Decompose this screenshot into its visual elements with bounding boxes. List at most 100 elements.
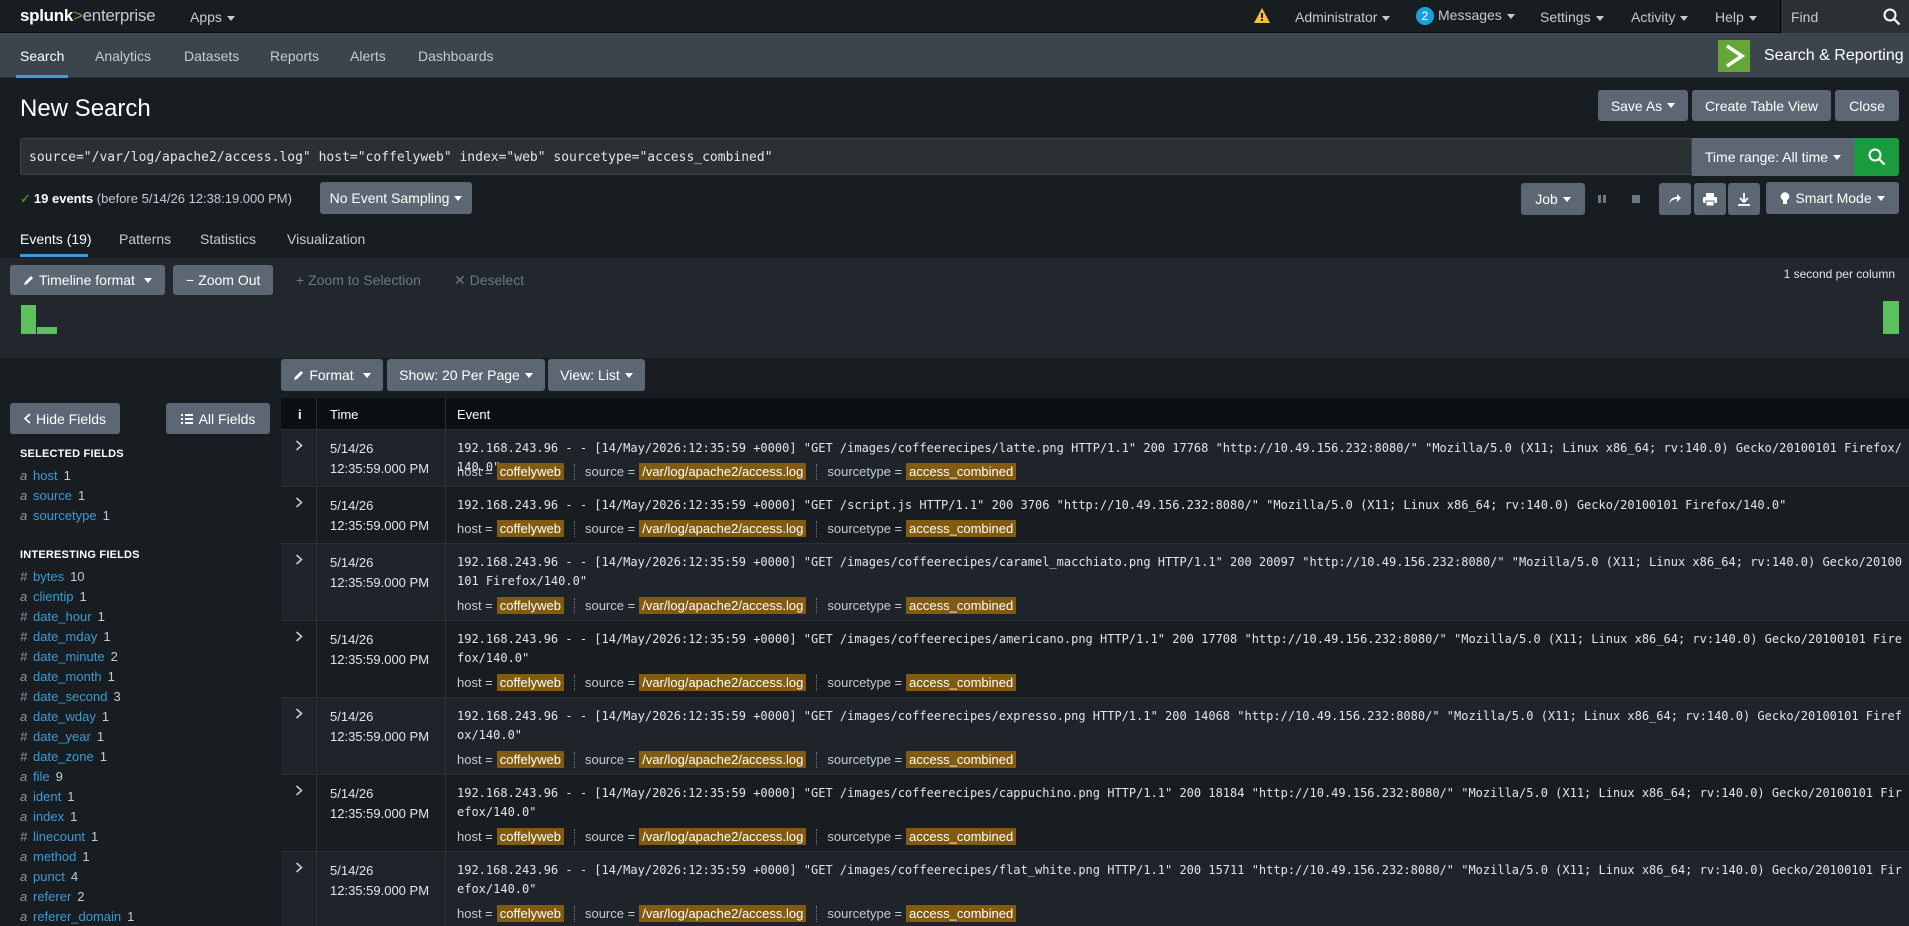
- source-value[interactable]: /var/log/apache2/access.log: [639, 828, 807, 845]
- field-item-source[interactable]: a source 1: [20, 488, 85, 503]
- tab-statistics[interactable]: Statistics: [200, 231, 256, 247]
- tab-events[interactable]: Events (19): [20, 231, 92, 247]
- field-item-ident[interactable]: a ident 1: [20, 789, 74, 804]
- help-menu[interactable]: Help: [1715, 9, 1757, 25]
- close-button[interactable]: Close: [1835, 90, 1899, 121]
- timeline-bar[interactable]: [1883, 301, 1899, 334]
- field-item-date-zone[interactable]: # date_zone 1: [20, 749, 107, 764]
- timeline-format-button[interactable]: Timeline format: [10, 265, 165, 295]
- share-button[interactable]: [1659, 183, 1691, 215]
- timeline-bar[interactable]: [21, 305, 36, 334]
- search-button[interactable]: [1854, 138, 1899, 176]
- print-icon: [1703, 192, 1717, 206]
- search-mode-dropdown[interactable]: Smart Mode: [1766, 182, 1899, 214]
- field-item-file[interactable]: a file 9: [20, 769, 63, 784]
- source-value[interactable]: /var/log/apache2/access.log: [639, 597, 807, 614]
- expand-chevron-icon[interactable]: [295, 785, 303, 796]
- find-input[interactable]: Find: [1780, 0, 1909, 33]
- create-table-view-button[interactable]: Create Table View: [1692, 90, 1831, 121]
- source-value[interactable]: /var/log/apache2/access.log: [639, 905, 807, 922]
- chevron-down-icon: [1680, 15, 1689, 21]
- export-button[interactable]: [1728, 183, 1760, 215]
- expand-chevron-icon[interactable]: [295, 708, 303, 719]
- tab-reports[interactable]: Reports: [270, 48, 319, 64]
- event-sampling-dropdown[interactable]: No Event Sampling: [320, 182, 472, 214]
- field-item-date-mday[interactable]: # date_mday 1: [20, 629, 111, 644]
- field-type-icon: #: [20, 729, 28, 744]
- host-value[interactable]: coffelyweb: [496, 674, 564, 691]
- event-time: 5/14/26 12:35:59.000 PM: [330, 632, 430, 667]
- field-item-referer[interactable]: a referer 2: [20, 889, 85, 904]
- tab-alerts[interactable]: Alerts: [350, 48, 386, 64]
- hide-fields-button[interactable]: Hide Fields: [10, 403, 120, 434]
- tab-visualization[interactable]: Visualization: [287, 231, 365, 247]
- print-button[interactable]: [1694, 183, 1726, 215]
- field-item-date-minute[interactable]: # date_minute 2: [20, 649, 118, 664]
- pause-icon[interactable]: [1592, 189, 1612, 209]
- warning-icon[interactable]: [1253, 7, 1271, 24]
- field-item-referer-domain[interactable]: a referer_domain 1: [20, 909, 134, 924]
- tab-patterns[interactable]: Patterns: [119, 231, 171, 247]
- sourcetype-value[interactable]: access_combined: [906, 597, 1017, 614]
- tab-analytics[interactable]: Analytics: [95, 48, 151, 64]
- field-item-index[interactable]: a index 1: [20, 809, 77, 824]
- field-item-date-hour[interactable]: # date_hour 1: [20, 609, 105, 624]
- field-item-date-month[interactable]: a date_month 1: [20, 669, 115, 684]
- host-value[interactable]: coffelyweb: [496, 905, 564, 922]
- host-value[interactable]: coffelyweb: [496, 463, 564, 480]
- zoom-to-selection-button[interactable]: + Zoom to Selection: [283, 265, 434, 295]
- sourcetype-value[interactable]: access_combined: [906, 828, 1017, 845]
- time-range-picker[interactable]: Time range: All time: [1692, 138, 1854, 176]
- zoom-out-button[interactable]: − Zoom Out: [173, 265, 274, 295]
- page-size-dropdown[interactable]: Show: 20 Per Page: [387, 359, 545, 391]
- tab-datasets[interactable]: Datasets: [184, 48, 239, 64]
- user-menu[interactable]: Administrator: [1295, 9, 1391, 25]
- sourcetype-value[interactable]: access_combined: [906, 520, 1017, 537]
- source-value[interactable]: /var/log/apache2/access.log: [639, 751, 807, 768]
- field-item-date-second[interactable]: # date_second 3: [20, 689, 121, 704]
- field-item-linecount[interactable]: # linecount 1: [20, 829, 98, 844]
- search-input[interactable]: source="/var/log/apache2/access.log" hos…: [20, 138, 1692, 175]
- field-item-date-year[interactable]: # date_year 1: [20, 729, 104, 744]
- splunk-logo[interactable]: splunk>enterprise: [20, 6, 156, 26]
- expand-chevron-icon[interactable]: [295, 862, 303, 873]
- save-as-button[interactable]: Save As: [1598, 90, 1688, 121]
- format-button[interactable]: Format: [281, 359, 383, 391]
- field-item-bytes[interactable]: # bytes 10: [20, 569, 85, 584]
- job-menu-button[interactable]: Job: [1521, 183, 1585, 215]
- field-item-date-wday[interactable]: a date_wday 1: [20, 709, 109, 724]
- host-value[interactable]: coffelyweb: [496, 751, 564, 768]
- view-mode-dropdown[interactable]: View: List: [548, 359, 645, 391]
- sourcetype-value[interactable]: access_combined: [906, 674, 1017, 691]
- messages-menu[interactable]: 2 Messages: [1416, 7, 1515, 25]
- source-value[interactable]: /var/log/apache2/access.log: [639, 463, 807, 480]
- host-value[interactable]: coffelyweb: [496, 828, 564, 845]
- source-value[interactable]: /var/log/apache2/access.log: [639, 520, 807, 537]
- sourcetype-value[interactable]: access_combined: [906, 751, 1017, 768]
- sourcetype-value[interactable]: access_combined: [906, 905, 1017, 922]
- time-column-header[interactable]: Time: [330, 407, 358, 422]
- host-value[interactable]: coffelyweb: [496, 520, 564, 537]
- expand-chevron-icon[interactable]: [295, 497, 303, 508]
- expand-chevron-icon[interactable]: [295, 440, 303, 451]
- stop-icon[interactable]: [1626, 189, 1646, 209]
- tab-search[interactable]: Search: [20, 48, 64, 64]
- sourcetype-value[interactable]: access_combined: [906, 463, 1017, 480]
- tab-dashboards[interactable]: Dashboards: [418, 48, 494, 64]
- all-fields-button[interactable]: All Fields: [166, 403, 270, 434]
- settings-menu[interactable]: Settings: [1540, 9, 1604, 25]
- expand-chevron-icon[interactable]: [295, 554, 303, 565]
- field-name: ident: [33, 789, 62, 804]
- expand-chevron-icon[interactable]: [295, 631, 303, 642]
- field-item-clientip[interactable]: a clientip 1: [20, 589, 87, 604]
- apps-menu[interactable]: Apps: [190, 9, 235, 25]
- field-item-sourcetype[interactable]: a sourcetype 1: [20, 508, 110, 523]
- source-value[interactable]: /var/log/apache2/access.log: [639, 674, 807, 691]
- activity-menu[interactable]: Activity: [1631, 9, 1689, 25]
- field-item-punct[interactable]: a punct 4: [20, 869, 78, 884]
- field-item-host[interactable]: a host 1: [20, 468, 71, 483]
- timeline-bar[interactable]: [37, 327, 57, 334]
- deselect-button[interactable]: ✕ Deselect: [441, 265, 537, 295]
- field-item-method[interactable]: a method 1: [20, 849, 90, 864]
- host-value[interactable]: coffelyweb: [496, 597, 564, 614]
